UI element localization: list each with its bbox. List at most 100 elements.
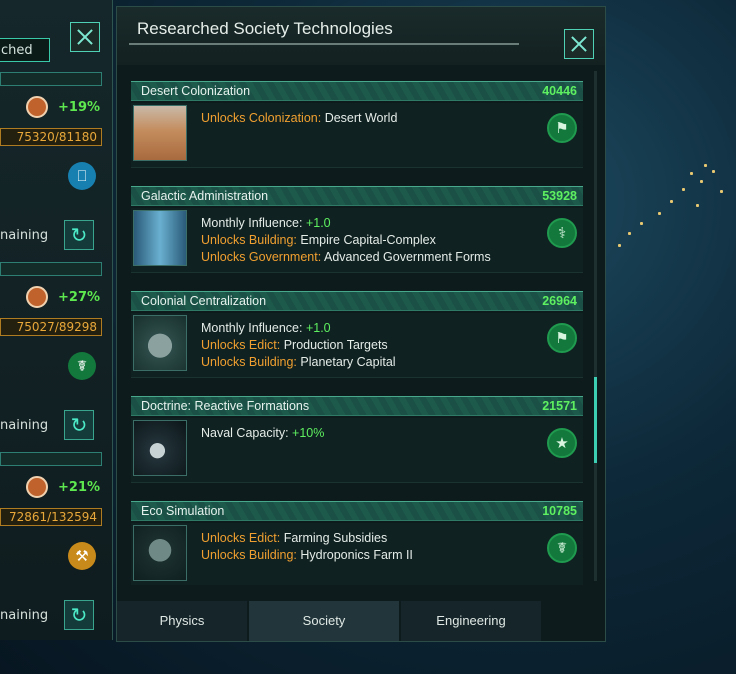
- tech-effect: Unlocks Edict: Production Targets: [201, 338, 388, 352]
- tech-cost: 10785: [542, 504, 577, 518]
- effect-key: Naval Capacity:: [201, 426, 289, 440]
- window-header: Researched Society Technologies: [117, 7, 605, 65]
- tech-card-header: Colonial Centralization 26964: [131, 291, 583, 311]
- tech-card-body: Monthly Influence: +1.0 Unlocks Building:…: [131, 208, 583, 273]
- effect-value: +1.0: [305, 321, 331, 335]
- left-panel-title: ched: [0, 38, 50, 62]
- administration-image: [133, 210, 187, 266]
- research-progress-amount: 75027/89298: [0, 318, 102, 336]
- effect-value: Production Targets: [283, 338, 388, 352]
- effect-key: Unlocks Edict:: [201, 338, 281, 352]
- tech-cost: 26964: [542, 294, 577, 308]
- effect-key: Unlocks Building:: [201, 233, 297, 247]
- dome-image: [133, 525, 187, 581]
- tech-card-header: Doctrine: Reactive Formations 21571: [131, 396, 583, 416]
- dna-icon: ☤: [547, 533, 577, 563]
- research-progress-amount: 75320/81180: [0, 128, 102, 146]
- time-remaining-label: naining: [0, 418, 49, 433]
- tech-name: Desert Colonization: [141, 84, 251, 98]
- flag-icon: ⚑: [547, 323, 577, 353]
- dna-icon: ☤: [68, 352, 96, 380]
- desert-image: [133, 105, 187, 161]
- effect-key: Unlocks Government:: [201, 250, 322, 264]
- tech-cost: 53928: [542, 189, 577, 203]
- tab-society[interactable]: Society: [249, 601, 399, 641]
- handshake-icon: ⚕: [547, 218, 577, 248]
- title-underline: [129, 43, 519, 45]
- tech-card[interactable]: Eco Simulation 10785 Unlocks Edict: Farmin…: [131, 501, 583, 585]
- progress-bar: [0, 262, 102, 276]
- tech-card[interactable]: Galactic Administration 53928 Monthly Infl…: [131, 186, 583, 274]
- tech-effect: Unlocks Building: Hydroponics Farm II: [201, 548, 413, 562]
- left-research-panel: ched +19% 75320/81180 ⎕ naining ↻ +27% 75027/8…: [0, 0, 113, 640]
- flag-icon: ⚑: [547, 113, 577, 143]
- cycle-icon[interactable]: ↻: [64, 600, 94, 630]
- tech-card-body: Unlocks Colonization: Desert World ⚑: [131, 103, 583, 168]
- close-button[interactable]: [564, 29, 594, 59]
- tech-effect: Monthly Influence: +1.0: [201, 216, 331, 230]
- tab-physics[interactable]: Physics: [117, 601, 247, 641]
- researched-technologies-window: Researched Society Technologies Desert C…: [116, 6, 606, 642]
- research-speed: +27%: [58, 290, 101, 305]
- tech-effect: Unlocks Colonization: Desert World: [201, 111, 397, 125]
- research-progress-amount: 72861/132594: [0, 508, 102, 526]
- tech-name: Colonial Centralization: [141, 294, 267, 308]
- tech-effect: Unlocks Edict: Farming Subsidies: [201, 531, 387, 545]
- tech-card-body: Naval Capacity: +10% ★: [131, 418, 583, 483]
- tech-effect: Naval Capacity: +10%: [201, 426, 324, 440]
- effect-value: Empire Capital-Complex: [300, 233, 436, 247]
- effect-key: Unlocks Colonization:: [201, 111, 322, 125]
- effect-key: Unlocks Building:: [201, 355, 297, 369]
- scrollbar-thumb[interactable]: [594, 377, 597, 463]
- category-tabs: Physics Society Engineering: [117, 601, 605, 641]
- research-speed: +21%: [58, 480, 101, 495]
- tech-effect: Unlocks Building: Planetary Capital: [201, 355, 396, 369]
- tech-card[interactable]: Doctrine: Reactive Formations 21571 Naval …: [131, 396, 583, 484]
- tech-card-body: Unlocks Edict: Farming Subsidies Unlocks …: [131, 523, 583, 585]
- left-panel-close-button[interactable]: [70, 22, 100, 52]
- tech-card[interactable]: Desert Colonization 40446 Unlocks Coloniza…: [131, 81, 583, 169]
- effect-key: Monthly Influence:: [201, 321, 303, 335]
- flask-icon: [26, 476, 48, 498]
- effect-value: +10%: [292, 426, 325, 440]
- flask-icon: [26, 96, 48, 118]
- progress-bar: [0, 72, 102, 86]
- tech-name: Doctrine: Reactive Formations: [141, 399, 310, 413]
- centralization-image: [133, 315, 187, 371]
- effect-value: Advanced Government Forms: [323, 250, 491, 264]
- tech-effect: Unlocks Building: Empire Capital-Complex: [201, 233, 436, 247]
- tech-card-header: Galactic Administration 53928: [131, 186, 583, 206]
- tech-cost: 21571: [542, 399, 577, 413]
- tab-engineering[interactable]: Engineering: [401, 601, 541, 641]
- tech-card-header: Desert Colonization 40446: [131, 81, 583, 101]
- time-remaining-label: naining: [0, 228, 49, 243]
- flask-icon: [26, 286, 48, 308]
- cycle-icon[interactable]: ↻: [64, 220, 94, 250]
- industry-icon: ⚒: [68, 542, 96, 570]
- effect-value: Planetary Capital: [300, 355, 396, 369]
- research-speed: +19%: [58, 100, 101, 115]
- computer-icon: ⎕: [68, 162, 96, 190]
- progress-bar: [0, 452, 102, 466]
- military-rank-icon: ★: [547, 428, 577, 458]
- tech-card-body: Monthly Influence: +1.0 Unlocks Edict: Pr…: [131, 313, 583, 378]
- effect-key: Unlocks Building:: [201, 548, 297, 562]
- effect-key: Unlocks Edict:: [201, 531, 281, 545]
- tech-name: Eco Simulation: [141, 504, 225, 518]
- cycle-icon[interactable]: ↻: [64, 410, 94, 440]
- effect-value: +1.0: [305, 216, 331, 230]
- tech-name: Galactic Administration: [141, 189, 269, 203]
- effect-value: Hydroponics Farm II: [300, 548, 413, 562]
- technology-list[interactable]: Desert Colonization 40446 Unlocks Coloniza…: [131, 79, 585, 585]
- tech-effect: Monthly Influence: +1.0: [201, 321, 331, 335]
- tech-card[interactable]: Colonial Centralization 26964 Monthly Infl…: [131, 291, 583, 379]
- window-title: Researched Society Technologies: [137, 19, 393, 38]
- time-remaining-label: naining: [0, 608, 49, 623]
- effect-value: Desert World: [324, 111, 398, 125]
- tech-effect: Unlocks Government: Advanced Government …: [201, 250, 491, 264]
- tech-card-header: Eco Simulation 10785: [131, 501, 583, 521]
- scrollbar-track[interactable]: [594, 71, 597, 581]
- effect-value: Farming Subsidies: [283, 531, 388, 545]
- effect-key: Monthly Influence:: [201, 216, 303, 230]
- ship-image: [133, 420, 187, 476]
